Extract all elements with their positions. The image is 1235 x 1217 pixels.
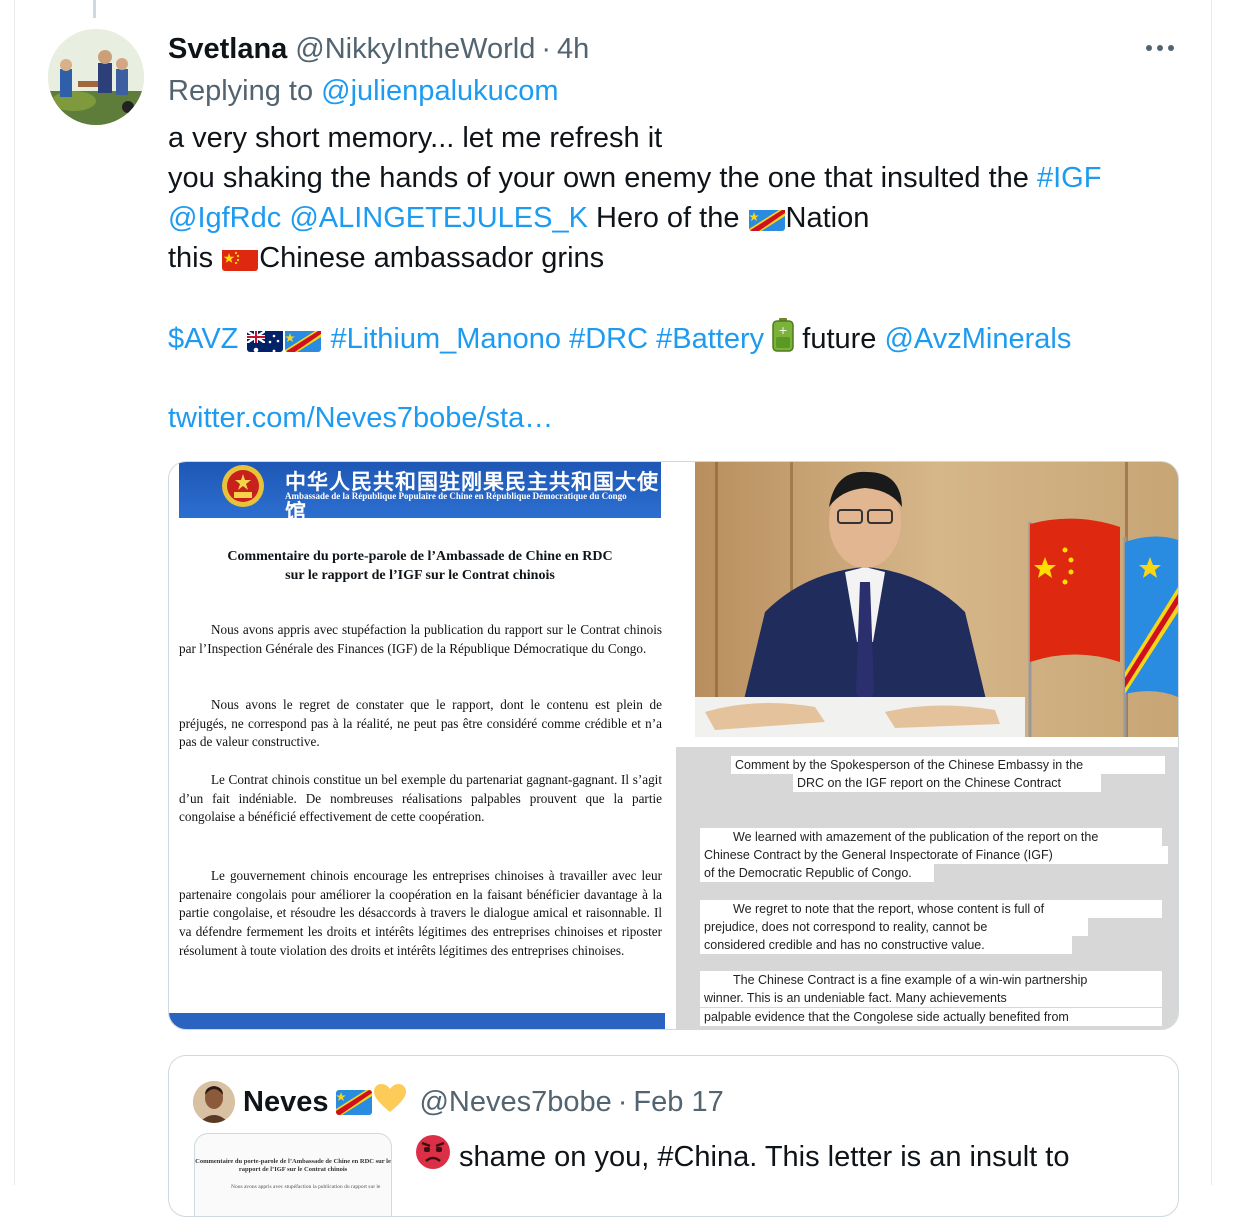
- letter-header-banner: 中华人民共和国驻刚果民主共和国大使馆 Ambassade de la Répub…: [179, 462, 661, 524]
- thumbnail-title: Commentaire du porte-parole de l’Ambassa…: [195, 1158, 391, 1173]
- tweet-text-span: Chinese ambassador grins: [259, 242, 605, 274]
- drc-flag-icon: [748, 206, 785, 231]
- letter-title: Commentaire du porte-parole de l’Ambassa…: [179, 547, 661, 585]
- translation-line: We learned with amazement of the publica…: [700, 828, 1162, 846]
- translation-line: considered credible and has no construct…: [700, 936, 1072, 954]
- replying-handle-link[interactable]: @julienpalukucom: [321, 75, 558, 107]
- translation-line: winner. This is an undeniable fact. Many…: [700, 989, 1162, 1007]
- battery-icon: +: [772, 318, 794, 363]
- mention-link[interactable]: @ALINGETEJULES_K: [289, 202, 588, 234]
- letter-header-french: Ambassade de la République Populaire de …: [285, 491, 627, 501]
- letter-paragraph: Nous avons appris avec stupéfaction la p…: [179, 622, 662, 656]
- quoted-tweet[interactable]: Neves @Neves7bobe · Feb 17 Commentaire d…: [168, 1055, 1179, 1217]
- tweet-line: a very short memory... let me refresh it: [168, 122, 663, 154]
- letter-footer-bar: [169, 1013, 665, 1029]
- quoted-media-thumbnail[interactable]: Commentaire du porte-parole de l’Ambassa…: [194, 1133, 392, 1216]
- svg-text:+: +: [779, 324, 788, 337]
- translation-line: of the Democratic Republic of Congo.: [700, 864, 934, 882]
- tweet-timestamp[interactable]: 4h: [557, 33, 589, 66]
- separator-dot: ·: [617, 1085, 628, 1118]
- replying-label: Replying to: [168, 75, 314, 107]
- author-name[interactable]: Svetlana: [168, 33, 287, 66]
- more-options-icon[interactable]: [1138, 30, 1182, 66]
- china-flag-icon: [222, 246, 259, 271]
- letter-paragraph: Le gouvernement chinois encourage les en…: [179, 868, 662, 958]
- quoted-author-name[interactable]: Neves: [243, 1086, 328, 1119]
- hashtag-link[interactable]: #IGF: [1037, 162, 1101, 194]
- hashtag-links[interactable]: #Lithium_Manono #DRC #Battery: [331, 323, 765, 355]
- tweet-line: twitter.com/Neves7bobe/sta…: [168, 398, 1178, 438]
- tweet-text-span: you shaking the hands of your own enemy …: [168, 162, 1037, 194]
- quoted-author-handle[interactable]: @Neves7bobe: [419, 1086, 611, 1119]
- chinese-emblem-icon: [217, 462, 269, 512]
- angry-face-icon: [415, 1134, 451, 1181]
- quoted-tweet-header: Neves @Neves7bobe · Feb 17: [243, 1082, 724, 1122]
- tweet-text-span: Nation: [785, 202, 870, 234]
- mention-link[interactable]: @IgfRdc: [168, 202, 281, 234]
- tweet-text-span: this: [168, 242, 222, 274]
- translation-line: prejudice, does not correspond to realit…: [700, 918, 1088, 936]
- tweet-text-span: future: [794, 323, 885, 355]
- translation-line: DRC on the IGF report on the Chinese Con…: [793, 774, 1101, 792]
- ambassador-photo[interactable]: [695, 462, 1178, 737]
- tweet-line: you shaking the hands of your own enemy …: [168, 158, 1178, 198]
- tweet-line: this Chinese ambassador grins: [168, 238, 1178, 278]
- australia-flag-icon: [247, 327, 284, 352]
- letter-paragraph: Nous avons le regret de constater que le…: [179, 697, 662, 750]
- translation-line: Comment by the Spokesperson of the Chine…: [731, 756, 1165, 774]
- quoted-tweet-text: shame on you, #China. This letter is an …: [415, 1134, 1069, 1181]
- tweet-header: Svetlana @NikkyIntheWorld · 4h: [168, 30, 589, 68]
- cashtag-link[interactable]: $AVZ: [168, 323, 238, 355]
- letter-title-line: sur le rapport de l’IGF sur le Contrat c…: [285, 568, 555, 583]
- quoted-timestamp[interactable]: Feb 17: [633, 1086, 723, 1119]
- thread-connector-line: [93, 0, 96, 18]
- tweet[interactable]: Svetlana @NikkyIntheWorld · 4h Replying …: [0, 0, 1235, 1217]
- separator-dot: ·: [541, 32, 551, 65]
- url-link[interactable]: twitter.com/Neves7bobe/sta…: [168, 402, 553, 434]
- drc-flag-icon: [285, 327, 322, 352]
- tweet-line: $AVZ #Lithium_Manono #DRC #Battery + fut…: [168, 318, 1178, 358]
- yellow-heart-icon: [373, 1083, 407, 1121]
- mention-link[interactable]: @AvzMinerals: [884, 323, 1071, 355]
- translation-line: palpable evidence that the Congolese sid…: [700, 1008, 1162, 1026]
- quoted-author-avatar[interactable]: [193, 1081, 235, 1123]
- quoted-text-span: shame on you, #China. This letter is an …: [451, 1141, 1070, 1173]
- tweet-line: @IgfRdc @ALINGETEJULES_K Hero of the Nat…: [168, 198, 1178, 238]
- media-grid[interactable]: 中华人民共和国驻刚果民主共和国大使馆 Ambassade de la Répub…: [168, 461, 1179, 1030]
- letter-title-line: Commentaire du porte-parole de l’Ambassa…: [227, 549, 613, 564]
- translation-line: The Chinese Contract is a fine example o…: [700, 971, 1162, 989]
- embassy-letter-image[interactable]: 中华人民共和国驻刚果民主共和国大使馆 Ambassade de la Répub…: [169, 462, 674, 1029]
- translation-overlay: Comment by the Spokesperson of the Chine…: [676, 747, 1178, 1029]
- translation-line: We regret to note that the report, whose…: [700, 900, 1162, 918]
- drc-flag-icon: [336, 1089, 373, 1115]
- tweet-text-span: Hero of the: [587, 202, 748, 234]
- tweet-text: a very short memory... let me refresh it…: [168, 118, 1178, 438]
- author-avatar[interactable]: [48, 29, 144, 125]
- author-handle[interactable]: @NikkyIntheWorld: [295, 33, 535, 66]
- translation-line: Chinese Contract by the General Inspecto…: [700, 846, 1168, 864]
- letter-paragraph: Le Contrat chinois constitue un bel exem…: [179, 772, 662, 825]
- replying-to: Replying to @julienpalukucom: [168, 75, 559, 108]
